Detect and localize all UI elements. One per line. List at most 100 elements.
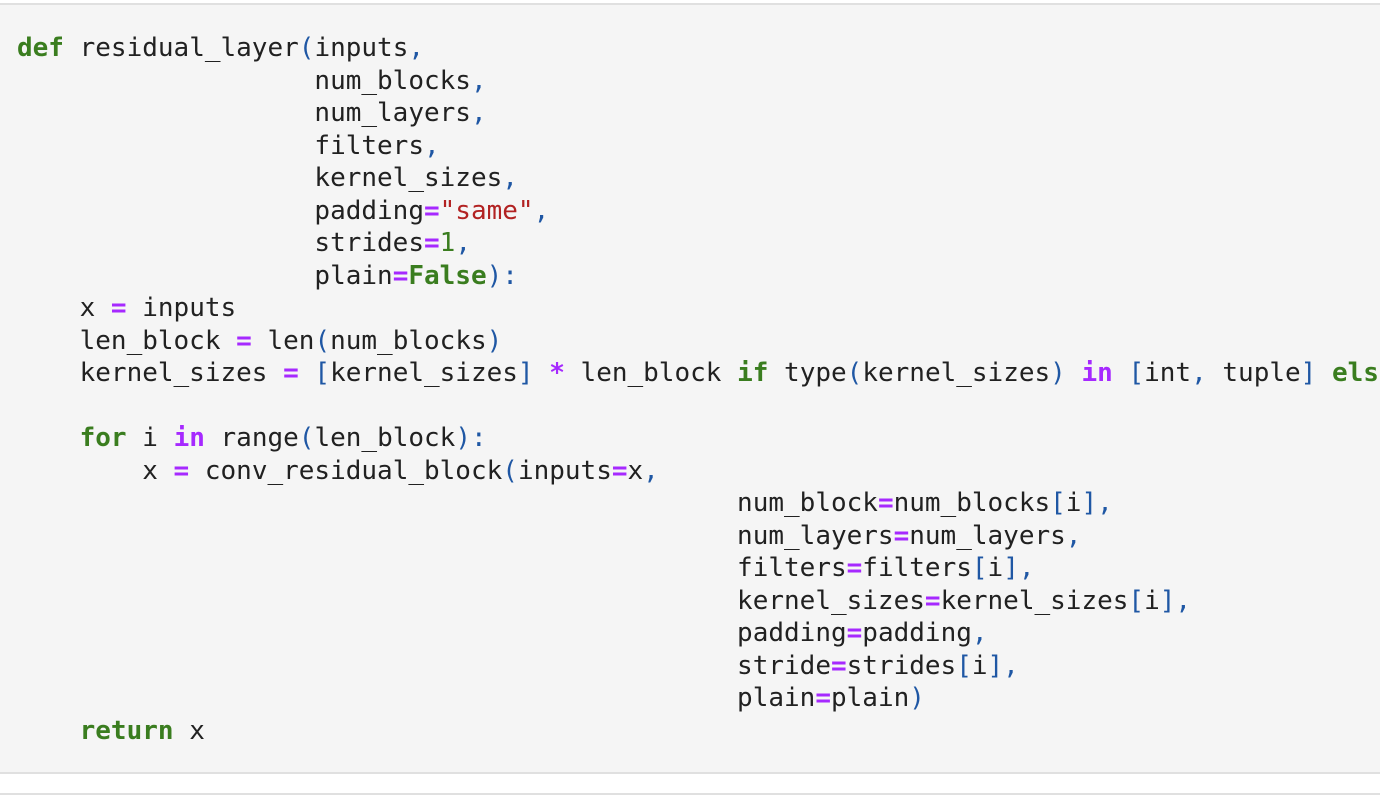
- code-token-identifier: kernel_sizes: [330, 358, 518, 388]
- code-line: plain=plain): [17, 682, 1380, 715]
- code-token-punctuation: (: [846, 358, 863, 388]
- code-token-punctuation: ,: [470, 98, 487, 128]
- code-token-punctuation: [: [956, 650, 972, 681]
- code-token-punctuation: ):: [486, 260, 518, 291]
- code-token-identifier: padding: [17, 618, 847, 648]
- code-token-identifier: i: [971, 650, 988, 681]
- code-token-punctuation: ,: [643, 455, 659, 486]
- code-token-punctuation: [: [1050, 488, 1066, 518]
- code-token-punctuation: ): [909, 683, 925, 713]
- code-line: num_layers,: [17, 97, 1380, 130]
- code-token-punctuation: ,: [502, 163, 518, 193]
- code-token-string-literal: "same": [439, 195, 534, 226]
- code-line: kernel_sizes=kernel_sizes[i],: [17, 585, 1380, 618]
- code-token-punctuation: ,: [1065, 520, 1082, 551]
- code-token-punctuation: [: [1128, 358, 1145, 388]
- code-line: plain=False):: [17, 260, 1380, 293]
- code-editor[interactable]: def residual_layer(inputs, num_blocks, n…: [17, 32, 1380, 747]
- code-cell[interactable]: def residual_layer(inputs, num_blocks, n…: [0, 3, 1380, 774]
- code-token-identifier: kernel_sizes: [17, 163, 503, 193]
- code-token-identifier: num_block: [17, 488, 878, 518]
- code-token-operator: =: [424, 195, 440, 226]
- code-token-identifier: [1066, 358, 1082, 388]
- code-token-identifier: residual_layer: [63, 33, 299, 63]
- code-token-punctuation: (: [314, 325, 331, 356]
- code-token-identifier: stride: [17, 650, 831, 681]
- code-token-identifier: i: [987, 553, 1004, 583]
- code-token-identifier: range: [204, 423, 299, 453]
- code-token-identifier: i: [126, 423, 174, 453]
- code-line: kernel_sizes,: [17, 162, 1380, 195]
- code-token-operator: =: [830, 650, 847, 681]
- code-line: num_blocks,: [17, 65, 1380, 98]
- code-token-keyword: else: [1331, 358, 1380, 388]
- code-token-identifier: len_block: [314, 423, 456, 453]
- code-token-operator: =: [173, 455, 190, 486]
- code-line: x = inputs: [17, 292, 1380, 325]
- code-token-operator: =: [893, 520, 910, 551]
- code-token-punctuation: ]: [1300, 358, 1317, 388]
- code-token-identifier: int: [1144, 358, 1192, 388]
- code-token-identifier: i: [1144, 585, 1160, 616]
- code-line: filters,: [17, 130, 1380, 163]
- code-token-identifier: [17, 423, 80, 453]
- code-token-punctuation: (: [298, 33, 315, 63]
- code-token-operator: =: [846, 553, 863, 583]
- code-token-operator: in: [1081, 358, 1113, 388]
- code-token-punctuation: ],: [1081, 488, 1113, 518]
- code-token-operator: =: [846, 618, 863, 648]
- code-token-punctuation: ],: [1159, 585, 1192, 616]
- code-token-operator: =: [392, 260, 409, 291]
- code-token-operator: =: [877, 488, 894, 518]
- code-token-punctuation: ],: [1003, 553, 1035, 583]
- code-token-identifier: num_layers: [17, 520, 894, 551]
- code-token-operator: =: [283, 358, 299, 388]
- code-token-identifier: plain: [17, 260, 393, 291]
- code-token-identifier: inputs: [126, 293, 237, 323]
- code-token-punctuation: (: [502, 455, 518, 486]
- code-token-keyword: return: [79, 715, 174, 746]
- code-token-identifier: [1113, 358, 1129, 388]
- code-token-identifier: filters: [862, 553, 972, 583]
- code-token-punctuation: [: [1128, 585, 1145, 616]
- code-token-identifier: plain: [830, 683, 910, 713]
- code-token-identifier: x: [17, 293, 111, 323]
- code-token-identifier: conv_residual_block: [189, 455, 503, 486]
- code-token-identifier: padding: [17, 195, 424, 226]
- code-token-identifier: num_layers: [17, 98, 471, 128]
- code-line: kernel_sizes = [kernel_sizes] * len_bloc…: [17, 357, 1380, 390]
- code-token-identifier: x: [173, 715, 205, 746]
- code-token-identifier: inputs: [517, 455, 612, 486]
- code-token-identifier: plain: [17, 683, 816, 713]
- code-token-punctuation: ):: [455, 423, 487, 453]
- code-line: len_block = len(num_blocks): [17, 325, 1380, 358]
- code-token-keyword: if: [737, 358, 769, 388]
- code-token-punctuation: ,: [424, 130, 440, 161]
- code-token-identifier: strides: [17, 228, 424, 258]
- code-token-operator: =: [924, 585, 941, 616]
- code-token-punctuation: ],: [987, 650, 1019, 681]
- code-line: return x: [17, 715, 1380, 748]
- code-token-identifier: [17, 716, 80, 746]
- code-line: for i in range(len_block):: [17, 422, 1380, 455]
- code-token-number-literal: 1: [439, 228, 456, 258]
- code-token-identifier: num_layers: [909, 520, 1066, 551]
- code-token-operator: =: [424, 228, 440, 258]
- code-token-identifier: x: [627, 455, 644, 486]
- code-token-identifier: [534, 358, 550, 388]
- code-token-keyword: def: [17, 33, 64, 63]
- code-token-punctuation: ,: [971, 618, 988, 648]
- code-token-identifier: len_block: [564, 358, 738, 388]
- code-token-operator: in: [173, 423, 205, 453]
- code-token-identifier: kernel_sizes: [940, 585, 1129, 616]
- code-token-operator: =: [611, 455, 628, 486]
- code-token-punctuation: ]: [517, 358, 534, 388]
- code-token-punctuation: ,: [533, 195, 550, 226]
- code-token-identifier: i: [1065, 488, 1082, 518]
- code-token-identifier: num_blocks: [330, 325, 487, 356]
- code-token-punctuation: ,: [470, 65, 487, 96]
- code-token-keyword: False: [408, 260, 487, 291]
- code-line: strides=1,: [17, 227, 1380, 260]
- code-token-identifier: tuple: [1206, 358, 1301, 388]
